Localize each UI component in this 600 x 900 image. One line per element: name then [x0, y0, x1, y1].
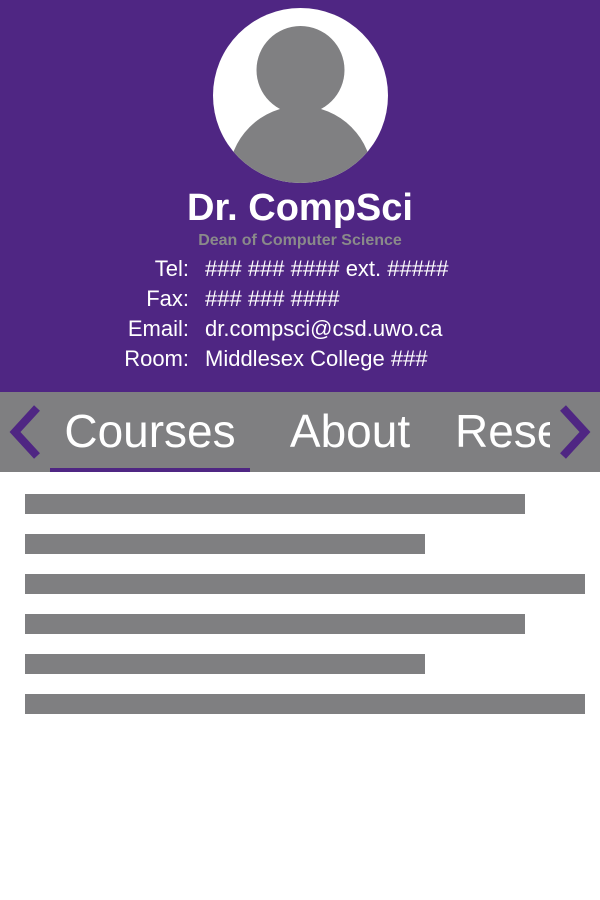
chevron-right-icon: [560, 405, 591, 459]
tab-label: Research: [455, 405, 550, 457]
tab-bar: Courses About Research: [0, 392, 600, 472]
contact-label: Tel:: [154, 256, 189, 281]
contact-row-email: Email: dr.compsci@csd.uwo.ca: [0, 314, 600, 344]
text-placeholder-line: [25, 574, 585, 594]
profile-page: Dr. CompSci Dean of Computer Science Tel…: [0, 0, 600, 900]
text-placeholder-line: [25, 614, 525, 634]
contact-row-room: Room: Middlesex College ###: [0, 344, 600, 374]
contact-row-fax: Fax: ### ### ####: [0, 284, 600, 314]
avatar: [213, 8, 388, 183]
text-placeholder-line: [25, 494, 525, 514]
profile-header: Dr. CompSci Dean of Computer Science Tel…: [0, 0, 600, 392]
contact-value-email[interactable]: dr.compsci@csd.uwo.ca: [205, 314, 443, 344]
selected-tab-indicator: [50, 468, 250, 472]
contact-value-fax: ### ### ####: [205, 286, 340, 311]
contact-value-room: Middlesex College ###: [205, 346, 428, 371]
tab-courses[interactable]: Courses: [50, 392, 250, 472]
profile-title: Dean of Computer Science: [198, 232, 402, 249]
text-placeholder-line: [25, 534, 425, 554]
contact-row-tel: Tel: ### ### #### ext. #####: [0, 254, 600, 284]
tabs-viewport: Courses About Research: [50, 392, 550, 472]
tab-label: About: [289, 405, 411, 457]
prev-tab-button[interactable]: [0, 392, 50, 472]
text-placeholder-line: [25, 654, 425, 674]
profile-name: Dr. CompSci: [187, 187, 413, 229]
contact-label: Email:: [127, 316, 189, 341]
contact-value-tel: ### ### #### ext. #####: [205, 256, 449, 281]
text-placeholder-line: [25, 694, 585, 714]
contact-label: Room:: [124, 346, 189, 371]
tab-research[interactable]: Research: [455, 392, 550, 472]
contact-label: Fax:: [146, 286, 189, 311]
person-silhouette-icon: [228, 26, 373, 183]
tab-label: Courses: [64, 405, 236, 457]
next-tab-button[interactable]: [550, 392, 600, 472]
chevron-left-icon: [9, 405, 40, 459]
tab-about[interactable]: About: [250, 392, 450, 472]
